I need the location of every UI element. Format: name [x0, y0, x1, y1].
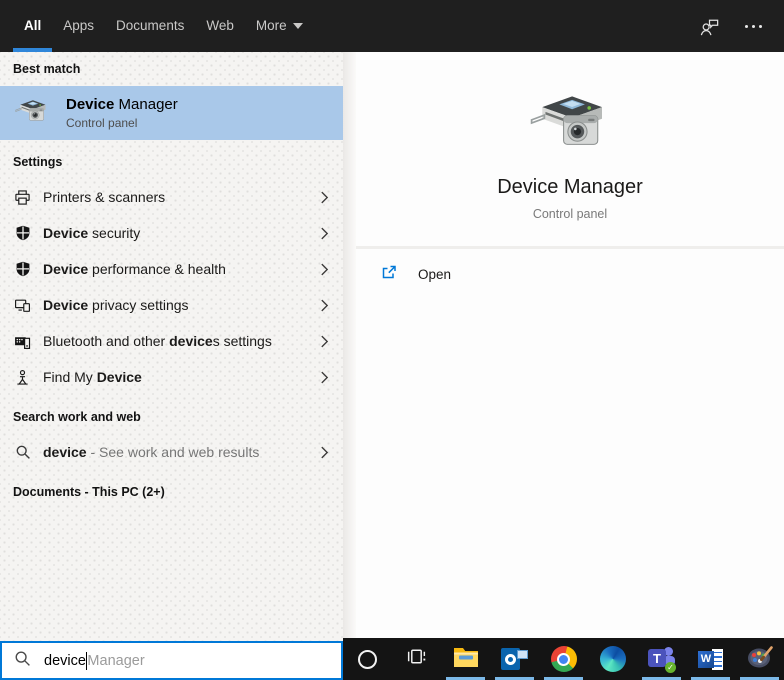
shield-icon	[14, 225, 31, 241]
web-search-item[interactable]: device - See work and web results	[0, 434, 343, 470]
chevron-right-icon	[320, 445, 329, 460]
chrome-button[interactable]	[539, 638, 588, 680]
paint-icon	[747, 645, 773, 674]
topbar-actions	[698, 0, 784, 52]
search-results-panel: Best match Device Manager Control panel …	[0, 52, 343, 641]
tab-all[interactable]: All	[13, 2, 53, 52]
teams-icon: T ✓	[648, 646, 676, 673]
chevron-right-icon	[320, 190, 329, 205]
open-action[interactable]: Open	[356, 249, 784, 299]
device-manager-icon	[526, 90, 614, 159]
device-manager-icon	[14, 97, 50, 130]
settings-item-bluetooth-devices[interactable]: Bluetooth and other devices settings	[0, 323, 343, 359]
best-match-subtitle: Control panel	[66, 116, 138, 130]
taskbar: T ✓ W	[343, 638, 784, 680]
section-header-search-web: Search work and web	[13, 410, 141, 424]
preview-panel: Device Manager Control panel Open	[356, 52, 784, 638]
bluetooth-devices-icon	[14, 333, 31, 350]
printer-icon	[14, 189, 31, 206]
word-icon: W	[698, 648, 723, 670]
chevron-right-icon	[320, 262, 329, 277]
chevron-right-icon	[320, 298, 329, 313]
devices-icon	[14, 297, 31, 314]
section-header-best-match: Best match	[13, 62, 81, 76]
best-match-result[interactable]: Device Manager Control panel	[0, 86, 343, 140]
section-header-documents: Documents - This PC (2+)	[13, 485, 165, 499]
more-options-icon[interactable]	[745, 24, 762, 28]
tab-apps[interactable]: Apps	[52, 2, 105, 52]
shield-icon	[14, 261, 31, 277]
chevron-right-icon	[320, 370, 329, 385]
filter-tabs: All Apps Documents Web More	[0, 0, 314, 52]
outlook-button[interactable]	[490, 638, 539, 680]
outlook-icon	[501, 647, 528, 671]
feedback-icon[interactable]	[698, 15, 721, 38]
section-header-settings: Settings	[13, 155, 63, 169]
best-match-title: Device Manager	[66, 96, 178, 113]
settings-item-printers-scanners[interactable]: Printers & scanners	[0, 179, 343, 215]
preview-title: Device Manager	[497, 176, 643, 198]
settings-item-device-performance-health[interactable]: Device performance & health	[0, 251, 343, 287]
chevron-right-icon	[320, 226, 329, 241]
edge-icon	[599, 646, 626, 672]
preview-subtitle: Control panel	[532, 207, 608, 221]
settings-item-device-security[interactable]: Device security	[0, 215, 343, 251]
file-explorer-button[interactable]	[441, 638, 490, 680]
more-dropdown[interactable]: More	[245, 2, 314, 52]
teams-button[interactable]: T ✓	[637, 638, 686, 680]
settings-item-device-privacy[interactable]: Device privacy settings	[0, 287, 343, 323]
search-icon	[14, 650, 31, 672]
cortana-button[interactable]	[343, 638, 392, 680]
typed-text: device	[44, 652, 86, 669]
file-explorer-icon	[453, 646, 479, 673]
task-view-button[interactable]	[392, 638, 441, 680]
open-external-icon	[380, 263, 398, 286]
chrome-icon	[550, 646, 577, 672]
search-filter-bar: All Apps Documents Web More	[0, 0, 784, 52]
search-icon	[14, 444, 31, 460]
task-view-icon	[405, 645, 428, 673]
tab-web[interactable]: Web	[195, 2, 245, 52]
chevron-right-icon	[320, 334, 329, 349]
search-input[interactable]: device Manager	[0, 641, 343, 680]
edge-button[interactable]	[588, 638, 637, 680]
tab-documents[interactable]: Documents	[105, 2, 195, 52]
panel-divider	[343, 52, 356, 638]
settings-item-find-my-device[interactable]: Find My Device	[0, 359, 343, 395]
open-label: Open	[418, 266, 452, 282]
find-my-device-icon	[14, 369, 31, 386]
word-button[interactable]: W	[686, 638, 735, 680]
paint-button[interactable]	[735, 638, 784, 680]
cortana-icon	[358, 649, 377, 669]
inline-suggestion: Manager	[87, 652, 145, 669]
chevron-down-icon	[292, 23, 303, 29]
windows-search-flyout: All Apps Documents Web More Best match D…	[0, 0, 784, 680]
